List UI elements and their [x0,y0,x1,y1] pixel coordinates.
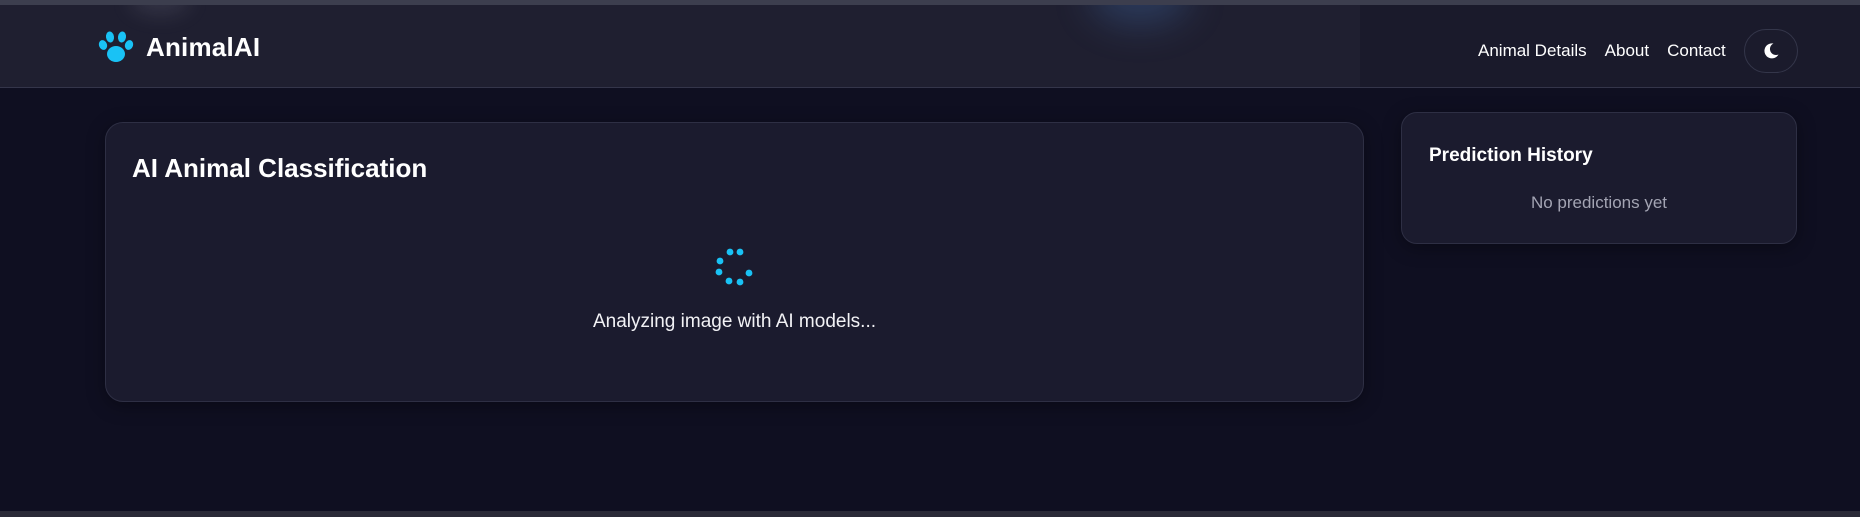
window-bottom-edge [0,511,1860,517]
moon-icon [1764,43,1779,59]
nav-link-about[interactable]: About [1605,41,1649,61]
nav-links: Animal Details About Contact [1478,28,1798,74]
nav-link-animal-details[interactable]: Animal Details [1478,41,1587,61]
loading-message: Analyzing image with AI models... [592,311,877,332]
history-empty-message: No predictions yet [1530,193,1668,212]
classification-title: AI Animal Classification [132,153,428,183]
background-glow-small [130,5,190,15]
theme-toggle-button[interactable] [1743,29,1798,73]
nav-link-contact[interactable]: Contact [1667,41,1726,61]
brand-name: AnimalAI [146,31,261,62]
paw-icon [98,31,134,62]
background-glow [1090,5,1190,25]
prediction-history-card: Prediction History No predictions yet [1401,112,1797,244]
brand-logo[interactable]: AnimalAI [98,29,260,65]
top-navbar: AnimalAI Animal Details About Contact [0,5,1860,88]
history-title: Prediction History [1429,145,1593,166]
classification-card: AI Animal Classification Analyzing image… [105,122,1364,402]
loading-spinner-icon [715,248,753,286]
